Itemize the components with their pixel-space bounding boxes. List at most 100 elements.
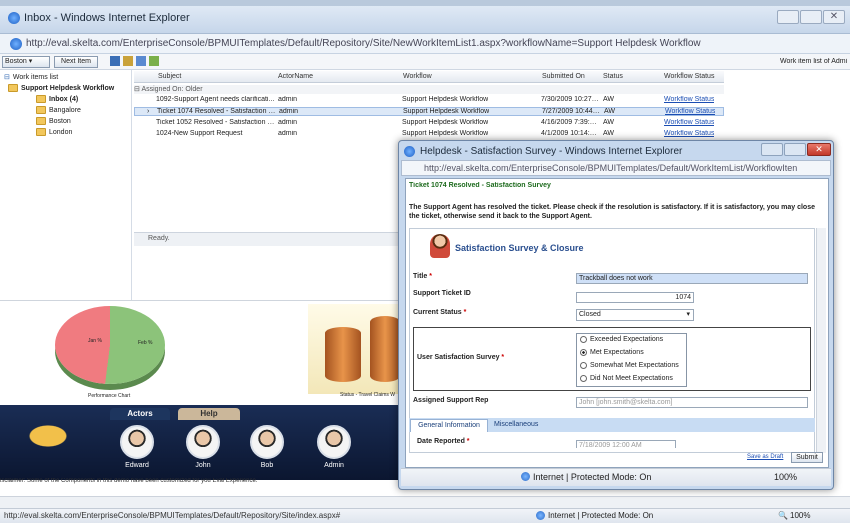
column-header-subject[interactable]: Subject [158,73,181,80]
group-label: Assigned On: Older [141,86,203,93]
radio-icon [580,362,587,369]
cell-workflow: Support Helpdesk Workflow [402,119,489,126]
bar-caption: Status - Travel Claims W [340,392,396,398]
submit-button[interactable]: Submit [791,452,823,463]
avatar-bob[interactable] [250,425,284,459]
cell-subject: 1024-New Support Request [156,130,243,137]
page-icon [10,38,22,50]
tree-item-bangalore[interactable]: Bangalore [36,106,81,114]
group-row[interactable]: ⊟ Assigned On: Older [134,85,724,94]
bar-cylinder [325,327,361,382]
close-button[interactable]: ✕ [823,10,845,24]
ticket-id-input[interactable]: 1074 [576,292,694,303]
horizontal-scrollbar[interactable] [0,496,850,508]
tree-item-label: Bangalore [49,106,81,114]
radio-exceeded[interactable]: Exceeded Expectations [580,336,663,343]
tree-root[interactable]: ⊟ Work items list [4,73,59,82]
globe-icon [536,511,545,520]
table-row[interactable]: 1024-New Support Request admin Support H… [134,130,724,139]
survey-label-text: User Satisfaction Survey [417,354,500,361]
required-marker: * [464,438,470,445]
users-icon[interactable] [123,56,133,66]
survey-heading: Ticket 1074 Resolved - Satisfaction Surv… [409,182,551,189]
list-icon[interactable] [136,56,146,66]
chevron-down-icon: ▾ [686,311,690,318]
status-zoom[interactable]: 100% [790,511,810,520]
radio-label: Exceeded Expectations [590,336,664,343]
folder-icon [36,106,46,114]
column-header-status[interactable]: Status [603,73,623,80]
popup-zoom[interactable]: 100% [774,472,797,482]
next-item-button[interactable]: Next Item [54,56,98,68]
workflow-status-link[interactable]: Workflow Status [664,96,714,103]
folder-icon[interactable] [110,56,120,66]
workflow-status-link[interactable]: Workflow Status [664,119,714,126]
address-url-input[interactable]: http://eval.skelta.com/EnterpriseConsole… [26,38,826,49]
tree-panel [0,70,132,300]
current-status-select[interactable]: Closed ▾ [576,309,694,321]
popup-minimize-button[interactable] [761,143,783,156]
survey-instructions: The Support Agent has resolved the ticke… [409,204,815,220]
workflow-status-link[interactable]: Workflow Status [665,108,715,115]
column-header-submitted[interactable]: Submitted On [542,73,585,80]
tree-item-inbox[interactable]: Inbox (4) [36,95,78,103]
tree-workflow-label: Support Helpdesk Workflow [21,84,115,92]
tree-item-boston[interactable]: Boston [36,117,71,125]
ie-icon [8,12,20,24]
popup-url[interactable]: http://eval.skelta.com/EnterpriseConsole… [424,163,812,173]
location-select[interactable]: Boston ▾ [2,56,50,68]
cell-subject: 1092-Support Agent needs clarificati... [156,96,275,103]
actor-name-bob: Bob [260,462,274,469]
tree-item-london[interactable]: London [36,128,72,136]
table-row[interactable]: 1092-Support Agent needs clarificati... … [134,96,724,105]
avatar-john[interactable] [186,425,220,459]
table-row[interactable]: Ticket 1052 Resolved - Satisfaction S...… [134,119,724,128]
survey-banner: Satisfaction Survey & Closure [455,243,584,253]
column-header-workflow[interactable]: Workflow [403,73,432,80]
bar-cylinder [370,316,400,382]
tab-miscellaneous[interactable]: Miscellaneous [494,421,538,428]
radio-label: Did Not Meet Expectations [590,375,673,382]
pie-label-right: Feb % [138,340,153,346]
cell-actor: admin [278,119,298,126]
radio-met[interactable]: Met Expectations [580,349,644,356]
workflow-status-link[interactable]: Workflow Status [664,130,714,137]
title-input[interactable]: Trackball does not work [576,273,808,284]
tab-general-information[interactable]: General Information [410,419,488,432]
vertical-scrollbar[interactable] [816,228,826,453]
cell-submitted: 7/30/2009 10:27:... [541,96,599,103]
popup-ie-icon [404,146,415,157]
required-marker: * [461,309,467,316]
grid-footer [134,232,400,246]
work-item-list-caption: Work item list of Admi [780,58,848,65]
maximize-button[interactable] [800,10,822,24]
toolbar-icons[interactable] [110,56,160,68]
zoom-icon[interactable]: 🔍 [778,511,788,520]
folder-icon [36,128,46,136]
status-zone: Internet | Protected Mode: On [548,511,654,520]
tab-actors[interactable]: Actors [110,408,170,420]
popup-maximize-button[interactable] [784,143,806,156]
avatar-edward[interactable] [120,425,154,459]
chart-icon[interactable] [149,56,159,66]
actor-name-admin: Admin [324,462,344,469]
popup-close-button[interactable]: ✕ [807,143,831,156]
column-header-actor[interactable]: ActorName [278,73,313,80]
column-header-workflow-status[interactable]: Workflow Status [664,73,714,80]
location-value: Boston [5,58,27,65]
table-row-selected[interactable]: › Ticket 1074 Resolved - Satisfaction S.… [134,107,724,116]
date-reported-input[interactable]: 7/18/2009 12:00 AM [576,440,676,448]
popup-globe-icon [521,472,530,481]
tab-help[interactable]: Help [178,408,240,420]
tree-workflow[interactable]: Support Helpdesk Workflow [8,84,114,92]
cell-status: AW [603,96,615,103]
tree-root-label: Work items list [12,73,59,81]
minimize-button[interactable] [777,10,799,24]
mascot-figure [20,420,90,460]
avatar-admin[interactable] [317,425,351,459]
cell-actor: admin [279,108,299,115]
radio-somewhat[interactable]: Somewhat Met Expectations [580,362,679,369]
radio-did-not-meet[interactable]: Did Not Meet Expectations [580,375,673,382]
folder-icon [8,84,18,92]
save-draft-link[interactable]: Save as Draft [747,454,783,460]
